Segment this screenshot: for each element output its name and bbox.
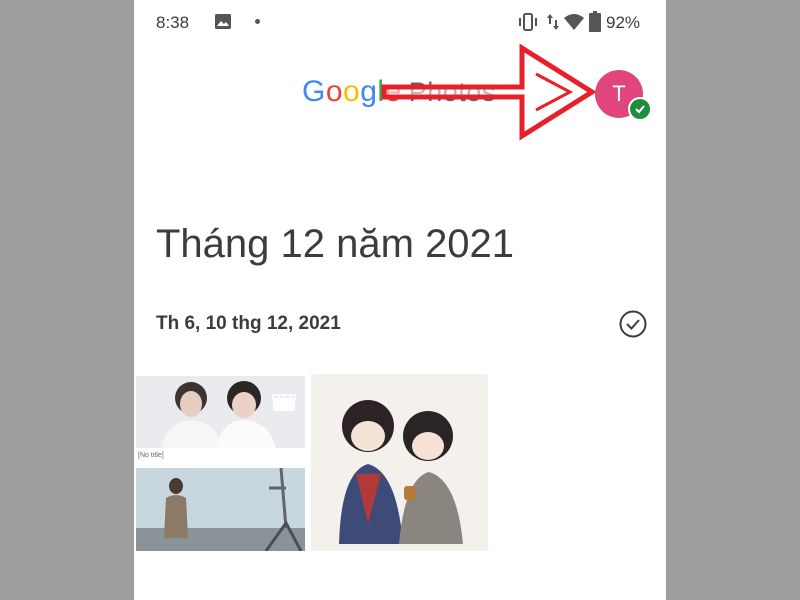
photo-caption: [No title]: [138, 452, 164, 459]
avatar-initial: T: [612, 81, 626, 106]
battery-percentage: 92%: [606, 13, 641, 32]
data-transfer-icon: [547, 14, 559, 30]
wifi-icon: [564, 14, 584, 30]
notification-dot-icon: [255, 19, 260, 24]
photo-thumbnail-outdoor[interactable]: [136, 468, 305, 551]
phone-screen: 8:38 92% GooglePhotos T: [134, 0, 666, 600]
status-time: 8:38: [156, 13, 190, 32]
photo-thumbnail-couple[interactable]: [136, 376, 305, 448]
status-bar: 8:38 92%: [134, 0, 666, 44]
vibrate-icon: [519, 13, 537, 31]
gallery-notification-icon: [215, 14, 231, 29]
video-clapper-icon: [272, 394, 296, 411]
battery-icon: [589, 11, 601, 32]
select-all-check-icon[interactable]: [618, 309, 648, 339]
backup-complete-icon: [628, 97, 652, 121]
month-heading: Tháng 12 năm 2021: [156, 222, 515, 266]
annotation-arrow-icon: [381, 43, 597, 141]
photo-thumbnail-anime[interactable]: [311, 374, 488, 551]
day-heading: Th 6, 10 thg 12, 2021: [156, 313, 341, 334]
